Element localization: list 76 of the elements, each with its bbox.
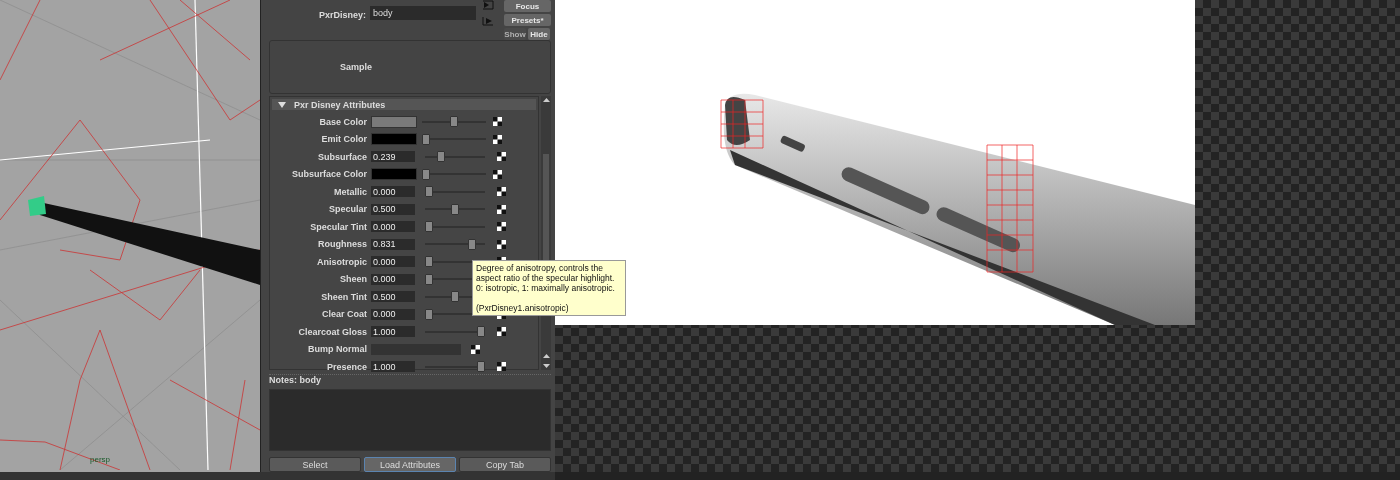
slider-handle[interactable]: [422, 168, 430, 180]
scroll-up-icon[interactable]: [541, 352, 551, 361]
time-slider-bar[interactable]: [0, 472, 555, 480]
checker-map-icon[interactable]: [493, 134, 502, 144]
value-field[interactable]: 0.831: [371, 238, 415, 250]
notes-label: Notes: body: [269, 375, 321, 385]
checker-map-icon[interactable]: [497, 327, 506, 337]
value-field[interactable]: 0.000: [371, 308, 415, 320]
value-field[interactable]: 0.000: [371, 186, 415, 198]
editor-button[interactable]: Select: [269, 457, 361, 472]
editor-button[interactable]: Presets*: [504, 14, 551, 26]
slider-handle[interactable]: [477, 326, 485, 338]
slider-handle[interactable]: [422, 133, 430, 145]
sample-label: Sample: [340, 62, 372, 72]
checker-map-icon[interactable]: [493, 169, 502, 179]
checker-map-icon[interactable]: [493, 117, 502, 127]
checker-map-icon[interactable]: [497, 362, 506, 372]
color-swatch[interactable]: [371, 115, 417, 128]
checker-map-icon[interactable]: [497, 204, 506, 214]
scroll-down-icon[interactable]: [541, 361, 551, 370]
camera-label: persp: [90, 455, 110, 464]
attribute-label: Sheen Tint: [320, 291, 368, 302]
editor-button[interactable]: Load Attributes: [364, 457, 456, 472]
value-field[interactable]: 0.500: [371, 291, 415, 303]
attribute-label: Subsurface Color: [291, 169, 368, 180]
attribute-label: Base Color: [318, 116, 368, 127]
attribute-label: Clear Coat: [321, 309, 368, 320]
slider-handle[interactable]: [425, 186, 433, 198]
slider-handle[interactable]: [451, 291, 459, 303]
slider-handle[interactable]: [425, 221, 433, 233]
notes-field[interactable]: [269, 388, 551, 451]
attribute-label: Subsurface: [316, 151, 368, 162]
attribute-label: Roughness: [317, 239, 368, 250]
attribute-label: Sheen: [339, 274, 368, 285]
color-swatch[interactable]: [371, 168, 417, 181]
visibility-button[interactable]: Hide: [528, 28, 550, 40]
slider-handle[interactable]: [477, 361, 485, 373]
slider-handle[interactable]: [425, 256, 433, 268]
tooltip-text: Degree of anisotropy, controls the aspect ratio of the specular highlight. 0: isotropic, 1: maximally anisotropic.: [476, 263, 616, 294]
tooltip-attribute-path: (PxrDisney1.anisotropic): [476, 302, 570, 313]
checker-map-icon[interactable]: [471, 344, 480, 354]
attribute-label: Presence: [325, 361, 368, 372]
attribute-label: Specular: [327, 204, 368, 215]
node-name-field[interactable]: body: [370, 6, 476, 20]
attribute-label: Anisotropic: [316, 256, 368, 267]
slider-handle[interactable]: [468, 238, 477, 250]
slider-handle[interactable]: [450, 116, 458, 128]
checker-map-icon[interactable]: [497, 239, 506, 249]
attribute-label: Metallic: [333, 186, 368, 197]
checker-map-icon[interactable]: [497, 187, 506, 197]
slider-handle[interactable]: [451, 203, 459, 215]
color-swatch[interactable]: [371, 133, 417, 146]
value-field[interactable]: 1.000: [371, 361, 415, 373]
value-field[interactable]: 0.500: [371, 203, 415, 215]
attribute-label: Bump Normal: [307, 344, 368, 355]
slider-handle[interactable]: [425, 308, 433, 320]
output-connection-icon[interactable]: [482, 16, 494, 26]
slider-handle[interactable]: [425, 273, 433, 285]
slider-handle[interactable]: [437, 151, 446, 163]
node-type-label: PxrDisney:: [317, 10, 366, 20]
attribute-label: Specular Tint: [309, 221, 368, 232]
value-field[interactable]: 1.000: [371, 326, 415, 338]
expand-triangle-icon: [278, 101, 286, 108]
section-header[interactable]: Pxr Disney Attributes: [272, 99, 536, 110]
value-field[interactable]: 0.000: [371, 221, 415, 233]
scroll-up-icon[interactable]: [541, 96, 551, 105]
checker-map-icon[interactable]: [497, 222, 506, 232]
attribute-label: Clearcoat Gloss: [297, 326, 368, 337]
attribute-label: Emit Color: [320, 134, 368, 145]
value-field[interactable]: 0.000: [371, 256, 415, 268]
value-field[interactable]: 0.000: [371, 273, 415, 285]
input-connection-icon[interactable]: [482, 0, 494, 10]
editor-button[interactable]: Focus: [504, 0, 551, 12]
value-field[interactable]: 0.239: [371, 151, 415, 163]
editor-button[interactable]: Copy Tab: [459, 457, 551, 472]
checker-map-icon[interactable]: [497, 152, 506, 162]
